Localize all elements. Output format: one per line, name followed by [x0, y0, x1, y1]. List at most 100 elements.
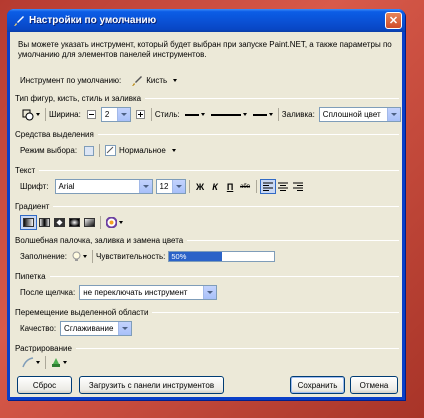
magic-section-title: Волшебная палочка, заливка и замена цвет…	[15, 236, 184, 245]
raster-section-header: Растрирование	[15, 344, 399, 353]
plus-icon	[135, 110, 145, 119]
raster-row	[20, 355, 69, 370]
chevron-down-icon[interactable]	[386, 108, 400, 121]
selection-mode-value: Нормальное	[119, 146, 166, 155]
antialiasing-dropdown[interactable]	[20, 355, 42, 370]
chevron-down-icon[interactable]	[118, 322, 132, 335]
line-start-dropdown[interactable]	[183, 107, 207, 122]
close-icon: ✕	[388, 15, 399, 27]
italic-button[interactable]: К	[208, 179, 223, 194]
chevron-down-icon[interactable]	[171, 180, 185, 193]
picker-section-header: Пипетка	[15, 272, 399, 281]
gradient-radial-button[interactable]	[67, 215, 82, 230]
chevron-down-icon[interactable]	[203, 286, 217, 299]
bold-button[interactable]: Ж	[193, 179, 208, 194]
reset-button[interactable]: Сброс	[17, 376, 72, 394]
title-bar[interactable]: Настройки по умолчанию ✕	[7, 9, 405, 32]
font-combo[interactable]: Arial	[54, 179, 153, 194]
align-right-button[interactable]	[291, 179, 306, 194]
blend-mode-icon	[52, 358, 60, 367]
quality-label: Качество:	[20, 324, 57, 333]
align-center-icon	[278, 182, 289, 191]
divider	[152, 312, 399, 313]
separator	[99, 144, 101, 157]
gradient-linear-button[interactable]	[20, 215, 37, 230]
chevron-down-icon	[268, 113, 273, 116]
chevron-down-icon[interactable]	[116, 108, 130, 121]
move-section-title: Перемещение выделенной области	[15, 308, 149, 317]
sensitivity-value: 50%	[171, 252, 187, 261]
selection-section-header: Средства выделения	[15, 130, 399, 139]
text-section-title: Текст	[15, 166, 36, 175]
load-from-toolbar-button[interactable]: Загрузить с панели инструментов	[79, 376, 224, 394]
width-combo[interactable]: 2	[100, 107, 131, 122]
chevron-down-icon	[173, 79, 178, 82]
divider	[53, 206, 399, 207]
divider	[145, 98, 399, 99]
chevron-down-icon	[200, 113, 205, 116]
width-increase-button[interactable]	[133, 107, 148, 122]
dash-style-dropdown[interactable]	[209, 107, 249, 122]
text-section-header: Текст	[15, 166, 399, 175]
flood-mode-dropdown[interactable]	[70, 249, 89, 264]
gradient-section-header: Градиент	[15, 202, 399, 211]
selection-row: Режим выбора: Нормальное	[20, 143, 178, 158]
minus-icon	[86, 110, 96, 119]
align-center-button[interactable]	[276, 179, 291, 194]
selection-quality-dropdown[interactable]: Нормальное	[103, 143, 178, 158]
brush-icon	[13, 15, 25, 27]
chevron-down-icon	[36, 361, 40, 364]
after-click-combo[interactable]: не переключать инструмент	[79, 285, 218, 300]
selection-mode-label: Режим выбора:	[20, 146, 78, 155]
move-row: Качество: Сглаживание	[20, 321, 133, 336]
picker-row: После щелчка: не переключать инструмент	[20, 285, 218, 300]
default-tool-row: Инструмент по умолчанию: Кисть	[20, 73, 179, 88]
quality-combo[interactable]: Сглаживание	[60, 321, 133, 336]
sensitivity-slider[interactable]: 50%	[168, 251, 276, 262]
linear-gradient-icon	[23, 218, 34, 227]
chevron-down-icon	[119, 221, 123, 224]
save-button[interactable]: Сохранить	[290, 376, 345, 394]
dialog-content: Вы можете указать инструмент, который бу…	[10, 32, 402, 397]
blend-mode-dropdown[interactable]	[49, 355, 69, 370]
underline-button[interactable]: П	[223, 179, 238, 194]
color-wheel-icon	[106, 217, 117, 228]
line-end-dropdown[interactable]	[251, 107, 275, 122]
chevron-down-icon	[36, 113, 40, 116]
width-decrease-button[interactable]	[84, 107, 99, 122]
align-right-icon	[293, 182, 304, 191]
gradient-conical-button[interactable]	[82, 215, 97, 230]
line-start-icon	[184, 113, 199, 116]
close-button[interactable]: ✕	[385, 12, 402, 29]
move-section-header: Перемещение выделенной области	[15, 308, 399, 317]
flood-mode-icon	[72, 251, 81, 261]
chevron-down-icon[interactable]	[138, 180, 152, 193]
align-left-button[interactable]	[259, 179, 276, 194]
gradient-reflected-button[interactable]	[37, 215, 52, 230]
magic-row: Заполнение: Чувствительность: 50%	[20, 249, 276, 264]
shape-type-icon	[22, 109, 34, 120]
fill-combo[interactable]: Сплошной цвет	[318, 107, 401, 122]
quality-value: Сглаживание	[64, 324, 114, 333]
font-size-combo[interactable]: 12	[155, 179, 186, 194]
cancel-button[interactable]: Отмена	[350, 376, 398, 394]
strikeout-button[interactable]: абв	[238, 179, 253, 194]
separator	[100, 216, 101, 229]
width-label: Ширина:	[49, 110, 81, 119]
radial-gradient-icon	[69, 218, 80, 227]
gradient-color-mode-dropdown[interactable]	[104, 215, 125, 230]
separator	[91, 250, 93, 263]
separator	[45, 108, 46, 121]
shape-type-dropdown[interactable]	[20, 107, 42, 122]
gradient-diamond-button[interactable]	[52, 215, 67, 230]
magic-section-header: Волшебная палочка, заливка и замена цвет…	[15, 236, 399, 245]
reflected-gradient-icon	[39, 218, 50, 227]
chevron-down-icon	[82, 255, 87, 258]
divider	[75, 348, 399, 349]
font-label: Шрифт:	[20, 182, 49, 191]
selection-mode-button[interactable]	[81, 143, 96, 158]
line-end-icon	[252, 113, 267, 116]
default-tool-dropdown[interactable]: Кисть	[129, 73, 179, 88]
settings-dialog: Настройки по умолчанию ✕ Вы можете указа…	[7, 9, 405, 400]
after-click-value: не переключать инструмент	[83, 288, 188, 297]
